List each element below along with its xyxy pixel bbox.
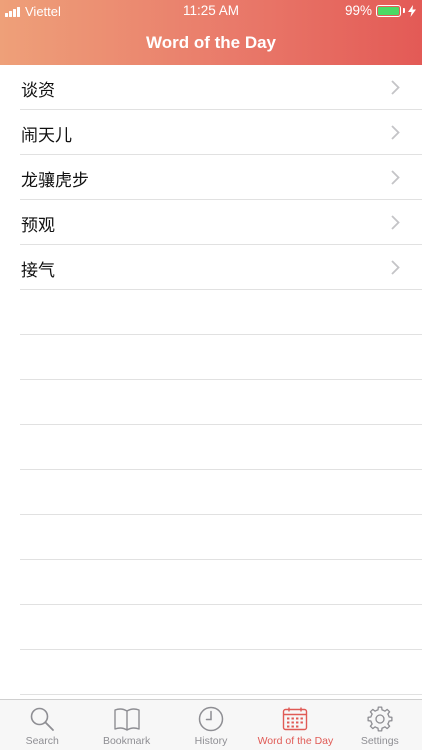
- charging-bolt-icon: [408, 4, 416, 17]
- tab-label: Search: [25, 735, 59, 747]
- word-row-5[interactable]: 接气: [20, 245, 422, 290]
- empty-row-separator: [20, 515, 422, 560]
- word-label: 谈资: [21, 81, 55, 101]
- word-label: 闹天儿: [21, 126, 72, 146]
- chevron-right-icon: [391, 125, 400, 140]
- empty-row-separator: [20, 560, 422, 605]
- signal-strength-icon: [5, 6, 21, 17]
- search-icon: [30, 707, 55, 731]
- carrier-name: Viettel: [25, 4, 61, 19]
- status-bar: Viettel 11:25 AM 99%: [0, 0, 422, 22]
- empty-row-separator: [20, 380, 422, 425]
- tab-word-of-the-day[interactable]: Word of the Day: [253, 700, 337, 750]
- gear-icon: [367, 706, 393, 732]
- chevron-right-icon: [391, 80, 400, 95]
- chevron-right-icon: [391, 215, 400, 230]
- tab-label: Word of the Day: [257, 735, 334, 747]
- word-row-2[interactable]: 闹天儿: [20, 110, 422, 155]
- bookmark-icon: [113, 708, 140, 731]
- tab-settings[interactable]: Settings: [338, 700, 422, 750]
- word-label: 预观: [21, 216, 55, 236]
- battery-percentage: 99%: [344, 3, 372, 18]
- clock-icon: [198, 706, 224, 732]
- word-list: 谈资 闹天儿 龙骧虎步 预观 接气: [0, 65, 422, 290]
- battery-icon: [376, 4, 401, 17]
- chevron-right-icon: [391, 170, 400, 185]
- word-row-1[interactable]: 谈资: [20, 65, 422, 110]
- tab-label: History: [194, 735, 228, 747]
- tab-label: Settings: [360, 735, 399, 747]
- word-label: 龙骧虎步: [21, 171, 89, 191]
- chevron-right-icon: [391, 260, 400, 275]
- status-right: 99%: [345, 3, 416, 18]
- empty-row-separator: [20, 470, 422, 515]
- navigation-header: Viettel 11:25 AM 99% Word of the Day: [0, 0, 422, 65]
- empty-row-separator: [20, 290, 422, 335]
- word-row-3[interactable]: 龙骧虎步: [20, 155, 422, 200]
- word-label: 接气: [21, 261, 55, 281]
- empty-row-separator: [20, 650, 422, 695]
- status-left: Viettel: [5, 4, 61, 19]
- empty-row-separator: [20, 425, 422, 470]
- tab-search[interactable]: Search: [0, 700, 84, 750]
- battery-level: [378, 6, 399, 15]
- empty-list-area: [20, 290, 422, 695]
- page-title: Word of the Day: [145, 33, 277, 52]
- tab-bar: Search Bookmark History Word of the Day: [0, 699, 422, 750]
- tab-bookmark[interactable]: Bookmark: [84, 700, 168, 750]
- empty-row-separator: [20, 605, 422, 650]
- calendar-icon: [283, 707, 308, 731]
- word-row-4[interactable]: 预观: [20, 200, 422, 245]
- tab-history[interactable]: History: [169, 700, 253, 750]
- empty-row-separator: [20, 335, 422, 380]
- battery-cap: [403, 8, 405, 13]
- tab-label: Bookmark: [102, 735, 151, 747]
